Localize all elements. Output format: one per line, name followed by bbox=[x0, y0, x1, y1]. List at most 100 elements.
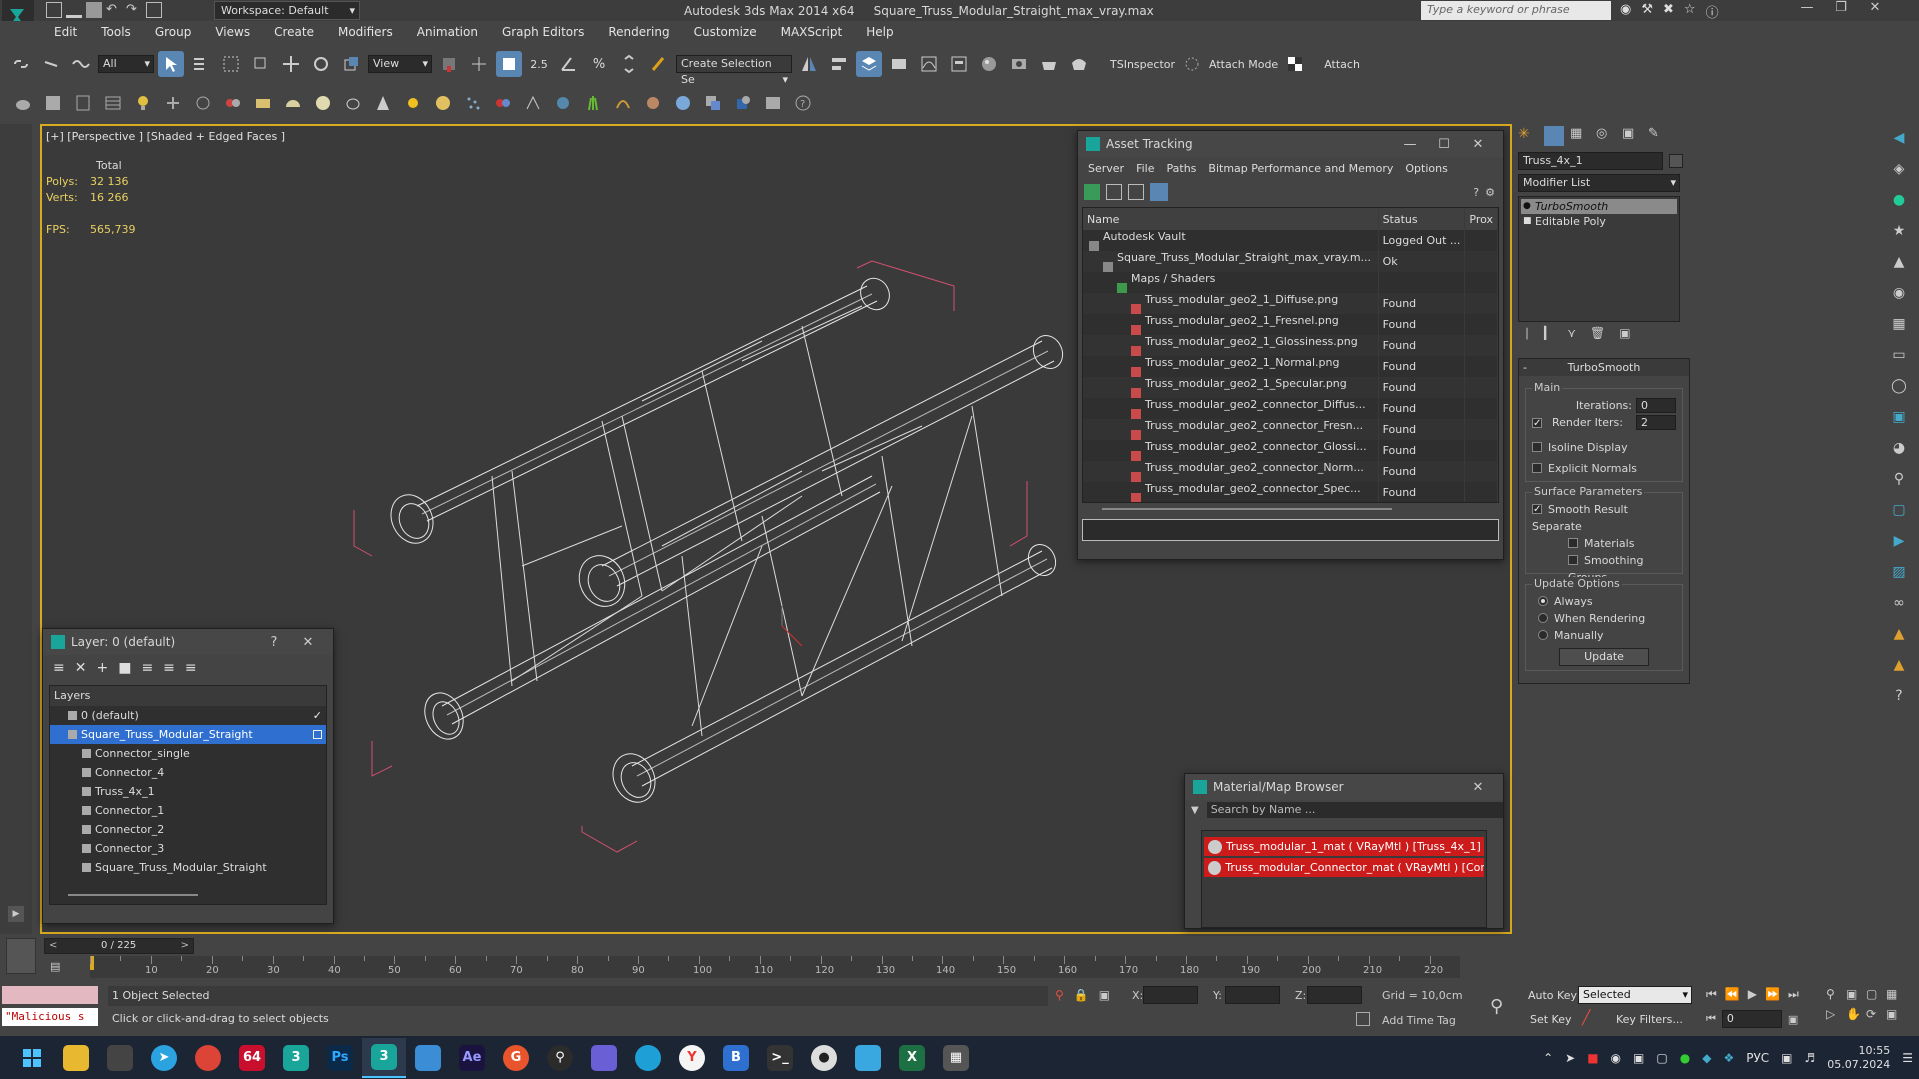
select-in-layer-icon[interactable]: ■ bbox=[118, 660, 131, 676]
modifier-list-select[interactable]: Modifier List ▾ bbox=[1518, 174, 1680, 192]
menu-bitmap-performance[interactable]: Bitmap Performance and Memory bbox=[1202, 162, 1399, 175]
render-iters-checkbox[interactable] bbox=[1532, 415, 1542, 432]
hide-all-icon[interactable]: ≡ bbox=[163, 660, 175, 676]
scale-icon[interactable] bbox=[338, 51, 364, 77]
open-file-icon[interactable] bbox=[66, 2, 82, 18]
pivot-center-icon[interactable] bbox=[436, 51, 462, 77]
file-explorer-icon[interactable] bbox=[54, 1038, 98, 1078]
asset-row[interactable]: folder-icon Maps / Shaders bbox=[1083, 272, 1498, 293]
bind-space-warp-icon[interactable] bbox=[68, 51, 94, 77]
vray-sphere-icon[interactable] bbox=[640, 90, 666, 116]
plane-icon[interactable] bbox=[250, 90, 276, 116]
menu-file[interactable]: File bbox=[1130, 162, 1160, 175]
tools-icon[interactable]: ⚒ bbox=[1641, 2, 1653, 21]
vray-toolbar-icon-16[interactable]: ∞ bbox=[1888, 595, 1910, 621]
rendered-frame-window-icon[interactable] bbox=[1036, 51, 1062, 77]
vray-toolbar-icon-11[interactable]: ◕ bbox=[1888, 440, 1910, 466]
ref-coord-select[interactable]: View ▾ bbox=[368, 55, 432, 73]
particle-icon[interactable] bbox=[460, 90, 486, 116]
close-icon[interactable]: ✕ bbox=[1858, 0, 1892, 15]
tray-volume-icon[interactable]: ♬ bbox=[1804, 1051, 1815, 1065]
when-rendering-radio[interactable] bbox=[1538, 613, 1548, 623]
vray-toolbar-icon-3[interactable]: ● bbox=[1888, 192, 1910, 218]
tray-network-icon[interactable]: ▣ bbox=[1781, 1051, 1792, 1065]
time-slider-next-icon[interactable]: > bbox=[181, 940, 189, 951]
mini-listener-toggle-icon[interactable] bbox=[6, 938, 36, 974]
zoom-icon[interactable]: ⚲ bbox=[1826, 987, 1846, 1001]
spacewarp-icon[interactable] bbox=[190, 90, 216, 116]
asset-row[interactable]: png-icon Truss_modular_geo2_connector_Dif… bbox=[1083, 398, 1498, 419]
create-tab-icon[interactable]: ✳ bbox=[1518, 126, 1538, 146]
next-frame-icon[interactable]: ⏩ bbox=[1765, 987, 1780, 1002]
column-name[interactable]: Name bbox=[1083, 208, 1379, 230]
layer-row[interactable]: Connector_1 bbox=[50, 801, 326, 820]
browser-g-icon[interactable]: G bbox=[494, 1038, 538, 1078]
track-bar[interactable]: 10 20 30 40 50 60 70 80 90 100 110 120 130 140 150 160 1… bbox=[90, 956, 1460, 978]
zoom-all-icon[interactable]: ▣ bbox=[1846, 987, 1866, 1001]
field-of-view-icon[interactable]: ▷ bbox=[1826, 1007, 1846, 1021]
tray-display-icon[interactable]: ▢ bbox=[1656, 1051, 1667, 1065]
blue-app-icon[interactable]: B bbox=[714, 1038, 758, 1078]
photoshop-icon[interactable]: Ps bbox=[318, 1038, 362, 1078]
current-frame-input[interactable]: 0 bbox=[1721, 1010, 1782, 1028]
vray-toolbar-icon-5[interactable]: ▲ bbox=[1888, 254, 1910, 280]
configure-sets-icon[interactable]: ▣ bbox=[1619, 326, 1630, 340]
camera-app-icon[interactable] bbox=[846, 1038, 890, 1078]
column-proxy[interactable]: Prox bbox=[1464, 208, 1498, 230]
menu-help[interactable]: Help bbox=[854, 21, 905, 43]
communication-icon[interactable]: ✖ bbox=[1663, 2, 1674, 21]
object-name-input[interactable]: Truss_4x_1 bbox=[1518, 152, 1663, 170]
vray-toolbar-icon-2[interactable]: ◈ bbox=[1888, 161, 1910, 187]
material-browser-titlebar[interactable]: Material/Map Browser ✕ bbox=[1185, 774, 1503, 800]
vray-fur-icon[interactable] bbox=[520, 90, 546, 116]
table-view-icon[interactable] bbox=[1128, 184, 1144, 200]
window-crossing-icon[interactable] bbox=[248, 51, 274, 77]
vray-toolbar-icon-14[interactable]: ▶ bbox=[1888, 533, 1910, 559]
attach-mode-icon[interactable] bbox=[1179, 51, 1205, 77]
tray-monitor-icon[interactable]: ▣ bbox=[1633, 1051, 1644, 1065]
binoculars-icon[interactable]: ◉ bbox=[1620, 2, 1631, 21]
isoline-display-checkbox[interactable] bbox=[1532, 442, 1542, 452]
unlink-icon[interactable] bbox=[38, 51, 64, 77]
smooth-result-checkbox[interactable] bbox=[1532, 501, 1542, 518]
expand-icon[interactable]: ■ bbox=[1523, 214, 1532, 229]
key-filters-button[interactable]: Key Filters... bbox=[1616, 1013, 1683, 1026]
time-slider-prev-icon[interactable]: < bbox=[49, 940, 57, 951]
hierarchy-tab-icon[interactable]: ▦ bbox=[1570, 126, 1590, 146]
helper-icon[interactable] bbox=[160, 90, 186, 116]
vray-toolbar-icon-18[interactable]: ▲ bbox=[1888, 657, 1910, 683]
favorites-icon[interactable]: ☆ bbox=[1684, 2, 1696, 21]
vray-hf-icon[interactable] bbox=[610, 90, 636, 116]
settings-icon[interactable]: ⚙ bbox=[1485, 186, 1495, 199]
sphere-icon[interactable] bbox=[310, 90, 336, 116]
pin-stack-icon[interactable]: ∣ bbox=[1524, 326, 1530, 340]
asset-tracking-titlebar[interactable]: Asset Tracking — ☐ ✕ bbox=[1078, 131, 1503, 157]
selection-lock-icon[interactable]: 🔒 bbox=[1074, 988, 1089, 1002]
vray-toolbar-icon-6[interactable]: ◉ bbox=[1888, 285, 1910, 311]
current-layer-check-icon[interactable]: ✓ bbox=[313, 706, 322, 725]
motion-tab-icon[interactable]: ◎ bbox=[1596, 126, 1616, 146]
zoom-extents-all-icon[interactable]: ▦ bbox=[1886, 987, 1906, 1001]
asset-row[interactable]: png-icon Truss_modular_geo2_connector_Nor… bbox=[1083, 461, 1498, 482]
add-to-layer-icon[interactable]: + bbox=[96, 660, 108, 676]
layer-row[interactable]: 0 (default) ✓ bbox=[50, 706, 326, 725]
materials-checkbox[interactable] bbox=[1568, 538, 1578, 548]
workspace-select[interactable]: Workspace: Default ▾ bbox=[214, 1, 360, 20]
freeze-all-icon[interactable]: ≡ bbox=[185, 660, 197, 676]
set-key-icon[interactable]: ╱ bbox=[1582, 1010, 1590, 1026]
menu-modifiers[interactable]: Modifiers bbox=[326, 21, 405, 43]
asset-row[interactable]: png-icon Truss_modular_geo2_connector_Fre… bbox=[1083, 419, 1498, 440]
maximize-icon[interactable]: ❐ bbox=[1824, 0, 1858, 15]
material-editor-icon[interactable] bbox=[976, 51, 1002, 77]
layer-row[interactable]: Connector_single bbox=[50, 744, 326, 763]
asset-row[interactable]: max-file-icon Square_Truss_Modular_Straig… bbox=[1083, 251, 1498, 272]
help-icon[interactable]: ? bbox=[1473, 186, 1479, 199]
schematic-view-icon[interactable] bbox=[946, 51, 972, 77]
lightbulb-icon[interactable]: ● bbox=[1523, 199, 1531, 214]
menu-edit[interactable]: Edit bbox=[42, 21, 89, 43]
menu-graph-editors[interactable]: Graph Editors bbox=[490, 21, 596, 43]
menu-rendering[interactable]: Rendering bbox=[596, 21, 681, 43]
vray-toolbar-icon-1[interactable]: ◀ bbox=[1888, 130, 1910, 156]
material-item[interactable]: Truss_modular_Connector_mat ( VRayMtl ) … bbox=[1204, 858, 1484, 877]
headset-icon[interactable]: ● bbox=[802, 1038, 846, 1078]
